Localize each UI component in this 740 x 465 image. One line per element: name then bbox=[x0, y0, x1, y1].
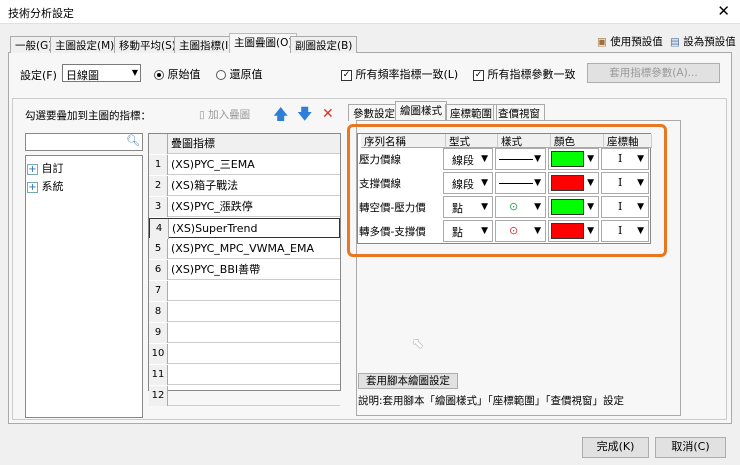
ok-button[interactable]: 完成(K) bbox=[582, 437, 649, 458]
indicator-name: (XS)PYC_BBI善帶 bbox=[171, 263, 261, 276]
table-row[interactable]: 12 bbox=[149, 386, 340, 406]
row-number: 3 bbox=[149, 197, 168, 217]
grid-header-label: 疊圖指標 bbox=[171, 137, 215, 150]
row-number: 6 bbox=[149, 260, 168, 280]
search-input[interactable]: 🔍︎ bbox=[25, 133, 143, 151]
subtab-1[interactable]: 繪圖樣式 bbox=[395, 101, 447, 121]
radio-icon bbox=[216, 70, 226, 80]
table-row[interactable]: 8 bbox=[149, 302, 340, 322]
tree-item-system[interactable]: + 系統 bbox=[27, 178, 64, 194]
mouse-cursor-icon: ⬉ bbox=[412, 336, 424, 352]
radio-original[interactable]: 原始值 bbox=[154, 66, 201, 82]
table-row[interactable]: 9 bbox=[149, 323, 340, 343]
tab-1[interactable]: 主圖設定(M) bbox=[50, 36, 120, 53]
search-icon: 🔍︎ bbox=[126, 134, 140, 147]
add-overlay-button[interactable]: ▯ 加入疊圖 bbox=[199, 107, 250, 122]
radio-restore[interactable]: 還原值 bbox=[216, 66, 263, 82]
table-row[interactable]: 1 (XS)PYC_三EMA bbox=[149, 155, 340, 175]
expand-icon[interactable]: + bbox=[27, 164, 38, 175]
move-up-icon[interactable]: 🡅 bbox=[273, 104, 288, 129]
tree-label: 系統 bbox=[41, 180, 64, 193]
overlay-grid: 疊圖指標 1 (XS)PYC_三EMA 2 (XS)箱子戰法 3 (XS)PYC_漲跌停 4… bbox=[148, 133, 341, 406]
expand-icon[interactable]: + bbox=[27, 182, 38, 193]
subtab-3[interactable]: 查價視窗 bbox=[493, 104, 545, 121]
chk-freq[interactable]: ✓ 所有頻率指標一致(L) bbox=[341, 66, 458, 82]
indicator-name: (XS)PYC_MPC_VWMA_EMA bbox=[171, 242, 314, 255]
table-row[interactable]: 7 bbox=[149, 281, 340, 301]
row-number: 12 bbox=[149, 386, 168, 406]
row-number: 2 bbox=[149, 176, 168, 196]
add-overlay-icon: ▯ bbox=[199, 109, 205, 121]
row-number: 11 bbox=[149, 365, 168, 385]
checkbox-icon: ✓ bbox=[341, 69, 352, 81]
indicator-name: (XS)箱子戰法 bbox=[171, 179, 239, 192]
table-row[interactable]: 10 bbox=[149, 344, 340, 364]
title-bar: 技術分析設定 ✕ bbox=[0, 0, 740, 24]
table-row[interactable]: 11 bbox=[149, 365, 340, 385]
prompt-label: 勾選要疊加到主圖的指標： bbox=[25, 110, 151, 122]
tree-label: 自訂 bbox=[41, 162, 64, 175]
add-overlay-label: 加入疊圖 bbox=[208, 109, 251, 121]
default-icon: ▣ bbox=[597, 36, 607, 48]
row-number: 8 bbox=[149, 302, 168, 322]
radio-restore-label: 還原值 bbox=[229, 68, 263, 81]
indicator-name: (XS)PYC_漲跌停 bbox=[171, 200, 253, 213]
highlight-box bbox=[347, 124, 667, 257]
save-default-icon: ▤ bbox=[670, 36, 680, 48]
indicator-tree: + 自訂 + 系統 bbox=[25, 155, 143, 418]
corner bbox=[149, 134, 168, 154]
row-number: 7 bbox=[149, 281, 168, 301]
tab-4[interactable]: 主圖疊圖(O) bbox=[229, 33, 298, 53]
table-row[interactable]: 4 (XS)SuperTrend bbox=[149, 218, 340, 239]
table-row[interactable]: 2 (XS)箱子戰法 bbox=[149, 176, 340, 196]
settings-value: 日線圖 bbox=[66, 69, 99, 82]
row-number: 9 bbox=[149, 323, 168, 343]
tree-item-custom[interactable]: + 自訂 bbox=[27, 160, 64, 176]
row-number: 5 bbox=[149, 239, 168, 259]
cancel-button[interactable]: 取消(C) bbox=[655, 437, 726, 458]
grid-header: 疊圖指標 bbox=[149, 134, 340, 154]
table-row[interactable]: 5 (XS)PYC_MPC_VWMA_EMA bbox=[149, 239, 340, 259]
move-down-icon[interactable]: 🡇 bbox=[297, 104, 312, 129]
radio-icon bbox=[154, 70, 164, 80]
close-icon[interactable]: ✕ bbox=[717, 2, 730, 20]
note-text: 說明:套用腳本「繪圖樣式」「座標範圍」「查價視窗」設定 bbox=[358, 395, 625, 407]
row-number: 4 bbox=[150, 219, 169, 239]
chevron-down-icon: ▼ bbox=[131, 68, 138, 77]
tab-2[interactable]: 移動平均(S) bbox=[114, 36, 181, 53]
tab-3[interactable]: 主圖指標(I) bbox=[174, 36, 238, 53]
window-title: 技術分析設定 bbox=[8, 7, 74, 20]
subtab-2[interactable]: 座標範圍 bbox=[445, 104, 497, 121]
radio-original-label: 原始值 bbox=[167, 68, 201, 81]
delete-icon[interactable]: ✕ bbox=[322, 106, 334, 122]
table-row[interactable]: 6 (XS)PYC_BBI善帶 bbox=[149, 260, 340, 280]
tab-5[interactable]: 副圖設定(B) bbox=[290, 36, 358, 53]
settings-combo[interactable]: 日線圖 ▼ bbox=[62, 64, 141, 82]
apply-params-button[interactable]: 套用指標參數(A)... bbox=[587, 63, 720, 83]
indicator-name: (XS)SuperTrend bbox=[172, 222, 258, 235]
row-number: 10 bbox=[149, 344, 168, 364]
table-row[interactable]: 3 (XS)PYC_漲跌停 bbox=[149, 197, 340, 217]
subtab-0[interactable]: 參數設定 bbox=[348, 104, 400, 121]
chk-freq-label: 所有頻率指標一致(L) bbox=[355, 68, 459, 81]
set-default-button[interactable]: ▤ 設為預設值 bbox=[670, 34, 736, 49]
checkbox-icon: ✓ bbox=[473, 69, 484, 81]
chk-param[interactable]: ✓ 所有指標參數一致 bbox=[473, 66, 576, 82]
row-number: 1 bbox=[149, 155, 168, 175]
chk-param-label: 所有指標參數一致 bbox=[487, 68, 576, 81]
apply-script-button[interactable]: 套用腳本繪圖設定 bbox=[358, 373, 458, 389]
set-default-label: 設為預設值 bbox=[683, 36, 736, 48]
use-default-button[interactable]: ▣ 使用預設值 bbox=[597, 34, 663, 49]
indicator-name: (XS)PYC_三EMA bbox=[171, 158, 255, 171]
settings-label: 設定(F) bbox=[20, 69, 57, 82]
use-default-label: 使用預設值 bbox=[610, 36, 663, 48]
